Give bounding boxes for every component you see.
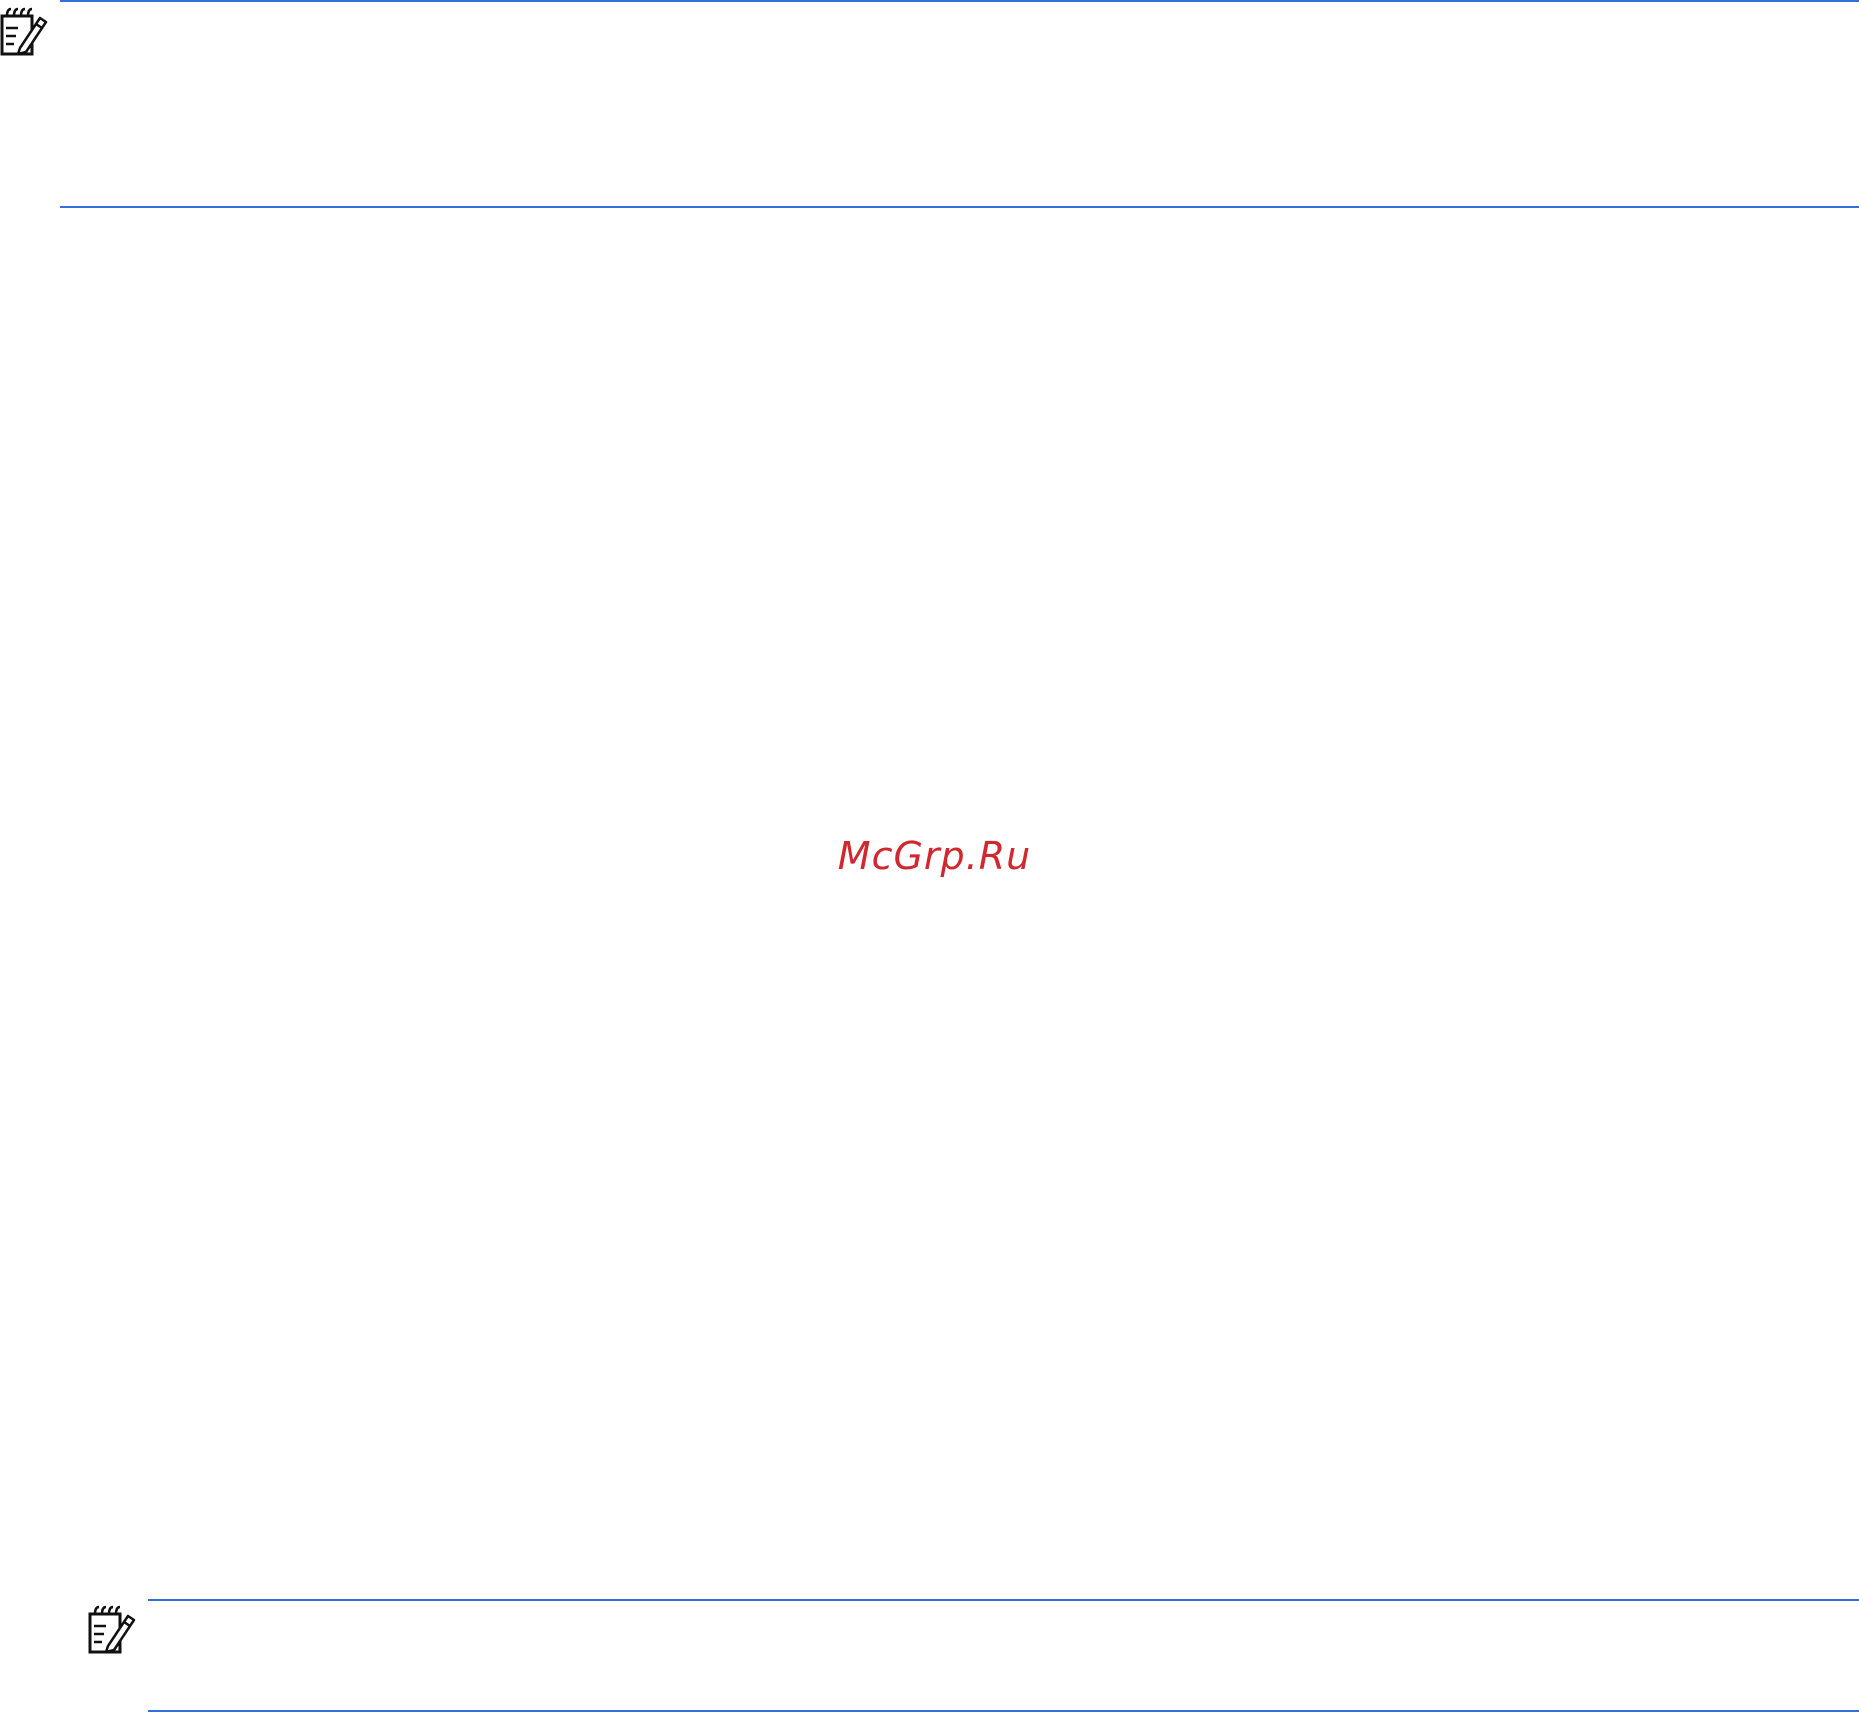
top-note-rule-top bbox=[60, 0, 1859, 2]
watermark: McGrp.Ru bbox=[0, 834, 1859, 878]
top-note-rule-bottom bbox=[60, 206, 1859, 208]
watermark-text: McGrp.Ru bbox=[837, 834, 1032, 878]
note-pencil-icon bbox=[0, 4, 48, 56]
bottom-note-rule-top bbox=[148, 1599, 1859, 1601]
note-pencil-icon bbox=[88, 1602, 136, 1654]
